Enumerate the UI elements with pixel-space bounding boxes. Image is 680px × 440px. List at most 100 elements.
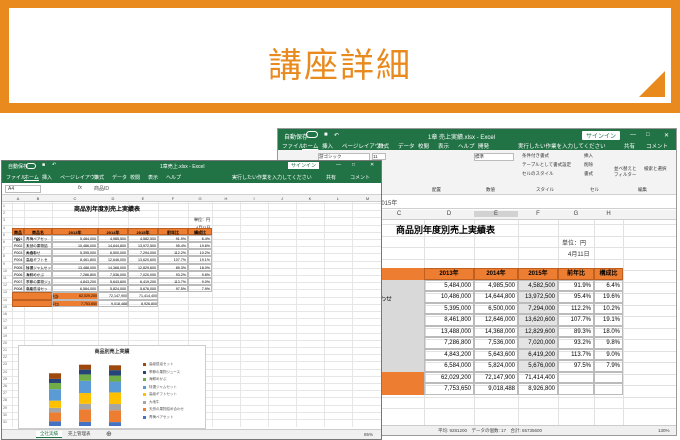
back-cell[interactable]: 8,926,800 (518, 383, 558, 395)
back-tab-5[interactable]: データ (398, 142, 415, 150)
front-cell[interactable]: 107.7% (158, 256, 188, 264)
back-cell[interactable]: 8,461,800 (424, 314, 474, 326)
back-col-header[interactable]: D (424, 211, 474, 217)
front-cell[interactable]: P005 (12, 263, 24, 271)
back-sort-filter-button[interactable]: 並べ替えとフィルター (614, 166, 640, 178)
back-cell[interactable]: 19.1% (594, 314, 623, 326)
front-cell[interactable]: P002 (12, 242, 24, 250)
front-tab-6[interactable]: 校閲 (130, 174, 140, 181)
back-tab-4[interactable]: 数式 (378, 142, 389, 150)
front-cell[interactable]: 4,843,200 (52, 278, 98, 286)
back-cell[interactable]: 5,484,000 (424, 279, 474, 291)
front-cell[interactable]: 7,020,000 (128, 270, 158, 278)
front-undo-icon[interactable]: ↶ (52, 162, 56, 168)
front-cell[interactable]: 季節の果物ジュース (24, 278, 52, 291)
front-formula-content[interactable]: 商品ID (94, 185, 109, 192)
front-col-header[interactable]: H (212, 196, 240, 201)
back-cell[interactable]: 5,395,000 (424, 302, 474, 314)
front-comment-button[interactable]: コメント (350, 174, 370, 181)
back-cell[interactable]: 7,286,800 (424, 337, 474, 349)
back-cell[interactable] (558, 383, 594, 395)
front-cell[interactable]: 7,286,800 (52, 270, 98, 278)
back-size-box[interactable]: 11 (372, 153, 386, 160)
back-col-header[interactable]: F (518, 211, 558, 217)
front-cell[interactable]: 6,500,000 (98, 249, 128, 257)
back-autosave-toggle[interactable] (306, 131, 318, 138)
back-cell[interactable]: 7.9% (594, 360, 623, 372)
back-cell[interactable]: 13,488,000 (424, 325, 474, 337)
back-delete-button[interactable]: 削除 (584, 162, 593, 168)
back-numformat-box[interactable]: 標準 (474, 153, 514, 161)
back-cell[interactable] (594, 383, 623, 395)
front-cell[interactable]: 4,582,500 (128, 234, 158, 242)
back-cell[interactable]: 5,676,000 (518, 360, 558, 372)
back-cell[interactable]: 5,824,000 (474, 360, 518, 372)
back-table-format-button[interactable]: テーブルとして書式設定 (522, 162, 571, 168)
front-cell[interactable]: 7,536,000 (98, 270, 128, 278)
front-cell[interactable]: 8,461,800 (52, 256, 98, 264)
back-cell[interactable]: 7,294,000 (518, 302, 558, 314)
front-cell[interactable]: 113.7% (158, 278, 188, 286)
front-cell[interactable]: 大地牛 (24, 249, 52, 257)
back-cell[interactable]: 19.6% (594, 291, 623, 303)
front-total-cell[interactable]: 71,414,400 (128, 292, 158, 300)
back-cell[interactable]: 9.8% (594, 337, 623, 349)
front-cell[interactable]: 12,646,000 (98, 256, 128, 264)
front-cell[interactable]: 97.5% (158, 285, 188, 293)
front-tab-2[interactable]: 挿入 (42, 174, 52, 181)
front-avg-cell[interactable]: 9,018,488 (98, 299, 128, 307)
front-cell[interactable]: 19.1% (188, 256, 212, 264)
back-zoom-level[interactable]: 130% (658, 428, 670, 433)
back-cell[interactable]: 93.2% (558, 337, 594, 349)
front-cell[interactable]: P007 (12, 278, 24, 286)
front-add-sheet-icon[interactable]: ⊕ (106, 430, 112, 438)
front-cell[interactable]: 高級ギフトセット (24, 256, 52, 270)
back-tab-1[interactable]: ホーム (302, 142, 318, 150)
back-cell[interactable]: 5,643,600 (474, 348, 518, 360)
front-tab-5[interactable]: データ (112, 174, 127, 181)
back-signin-button[interactable]: サインイン (582, 131, 621, 140)
back-comment-button[interactable]: コメント (646, 142, 668, 150)
front-tab-4[interactable]: 数式 (94, 174, 104, 181)
back-cond-format-button[interactable]: 条件付き書式 (522, 153, 549, 159)
front-cell[interactable]: 7.9% (188, 285, 212, 293)
front-sheet-tab-1[interactable]: 売上管理表 (64, 431, 95, 437)
back-share-button[interactable]: 共有 (624, 142, 635, 150)
front-formula-bar[interactable]: A4 fx 商品ID (2, 183, 381, 195)
front-cell[interactable]: 5,395,000 (52, 249, 98, 257)
front-cell[interactable]: 7,294,000 (128, 249, 158, 257)
front-close-icon[interactable]: ✕ (370, 162, 374, 168)
front-avg-cell[interactable]: 8,926,800 (128, 299, 158, 307)
back-cell[interactable]: 14,644,800 (474, 291, 518, 303)
front-fx-icon[interactable]: fx (78, 185, 82, 191)
front-cell[interactable]: 13,488,000 (52, 263, 98, 271)
back-cell[interactable] (594, 371, 623, 383)
back-format-button[interactable]: 書式 (584, 171, 593, 177)
back-cell-style-button[interactable]: セルのスタイル (522, 171, 554, 177)
back-cell[interactable]: 18.0% (594, 325, 623, 337)
front-tab-8[interactable]: ヘルプ (166, 174, 181, 181)
front-cell[interactable]: 特選ジャムセット (24, 263, 52, 277)
back-cell[interactable]: 113.7% (558, 348, 594, 360)
back-cell[interactable]: 6,419,200 (518, 348, 558, 360)
back-cell[interactable]: 95.4% (558, 291, 594, 303)
front-cell[interactable]: 13,620,600 (128, 256, 158, 264)
back-tab-0[interactable]: ファイル (282, 142, 304, 150)
back-cell[interactable]: 7,020,000 (518, 337, 558, 349)
front-share-button[interactable]: 共有 (326, 174, 336, 181)
back-col-header[interactable]: H (594, 211, 623, 217)
front-cell[interactable]: 14,644,800 (98, 242, 128, 250)
front-tellme[interactable]: 実行したい作業を入力してください (232, 174, 312, 181)
back-cell[interactable]: 13,620,600 (518, 314, 558, 326)
front-col-header[interactable]: F (158, 196, 188, 201)
back-cell[interactable]: 6.4% (594, 279, 623, 291)
front-tab-1[interactable]: ホーム (24, 174, 39, 181)
back-minimize-icon[interactable]: — (630, 132, 636, 138)
back-cell[interactable]: 4,582,500 (518, 279, 558, 291)
front-autosave-toggle[interactable] (26, 163, 36, 169)
back-cell[interactable]: 107.7% (558, 314, 594, 326)
back-cell[interactable]: 6,500,000 (474, 302, 518, 314)
front-col-header[interactable]: D (98, 196, 128, 201)
back-cell[interactable]: 7,536,000 (474, 337, 518, 349)
back-find-button[interactable]: 検索と選択 (644, 166, 668, 172)
